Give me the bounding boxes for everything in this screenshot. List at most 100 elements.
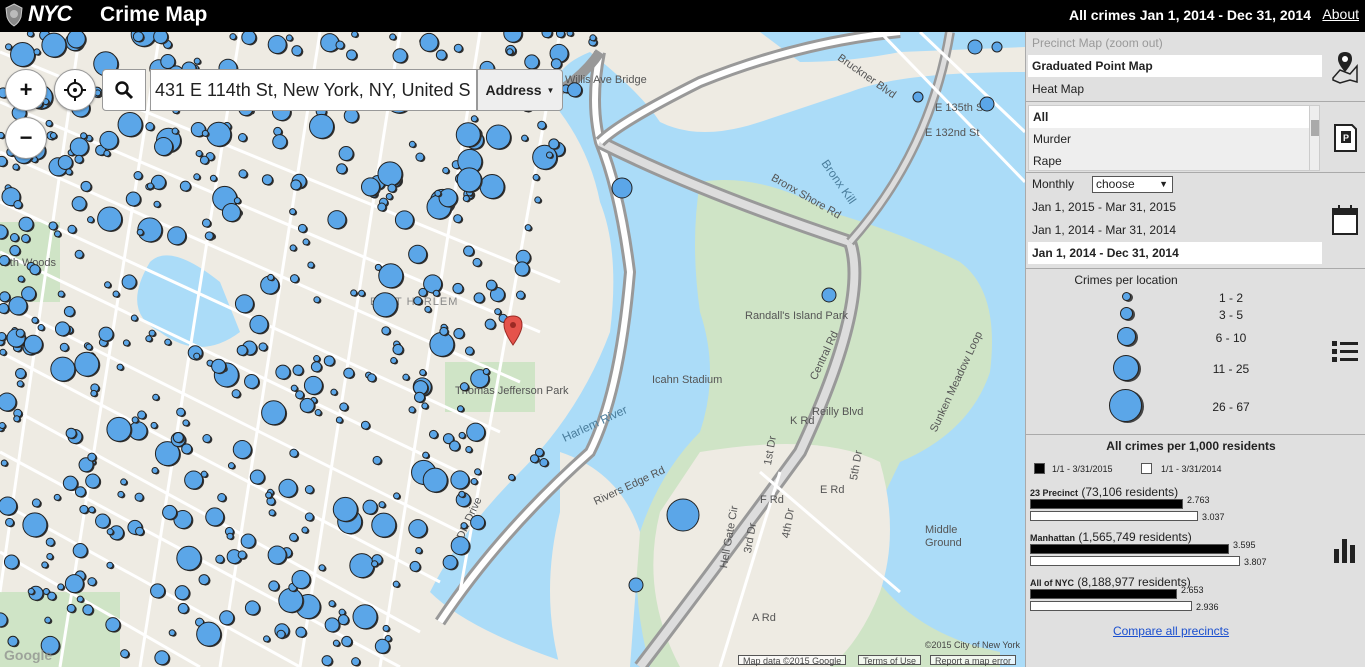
crime-marker[interactable] xyxy=(453,43,463,53)
crime-marker[interactable] xyxy=(419,368,427,376)
crime-marker[interactable] xyxy=(59,342,69,352)
crime-marker[interactable] xyxy=(432,289,440,297)
crime-marker[interactable] xyxy=(318,564,326,572)
crime-marker[interactable] xyxy=(291,45,303,57)
crime-marker[interactable] xyxy=(372,455,382,465)
crime-marker[interactable] xyxy=(372,292,398,318)
crime-marker[interactable] xyxy=(177,602,189,614)
crime-option-rape[interactable]: Rape xyxy=(1029,150,1319,170)
crime-marker[interactable] xyxy=(0,155,8,167)
crime-marker[interactable] xyxy=(539,457,549,467)
crime-marker[interactable] xyxy=(524,54,540,70)
crime-marker[interactable] xyxy=(181,443,193,455)
crime-marker[interactable] xyxy=(227,462,235,470)
crime-marker[interactable] xyxy=(87,216,95,224)
crime-marker[interactable] xyxy=(229,33,237,41)
crime-marker[interactable] xyxy=(79,504,89,514)
map-type-option-graduated[interactable]: Graduated Point Map xyxy=(1028,55,1322,77)
crime-marker[interactable] xyxy=(362,499,378,515)
crime-marker[interactable] xyxy=(292,364,304,376)
crime-marker[interactable] xyxy=(37,324,45,332)
crime-marker[interactable] xyxy=(21,233,31,243)
crime-marker[interactable] xyxy=(135,526,145,536)
crime-marker[interactable] xyxy=(80,132,88,140)
crime-marker[interactable] xyxy=(341,635,353,647)
crime-marker[interactable] xyxy=(26,32,34,38)
crime-marker[interactable] xyxy=(232,440,252,460)
crime-marker[interactable] xyxy=(33,48,41,56)
crime-marker[interactable] xyxy=(514,261,530,277)
crime-marker[interactable] xyxy=(240,533,256,549)
crime-marker[interactable] xyxy=(628,577,644,593)
crime-marker[interactable] xyxy=(470,477,478,485)
crime-marker[interactable] xyxy=(164,338,172,346)
crime-marker[interactable] xyxy=(350,289,358,297)
crime-marker[interactable] xyxy=(215,554,225,564)
crime-marker[interactable] xyxy=(62,475,78,491)
crime-marker[interactable] xyxy=(351,657,361,667)
crime-marker[interactable] xyxy=(16,380,24,388)
crime-marker[interactable] xyxy=(267,545,287,565)
crime-marker[interactable] xyxy=(50,356,76,382)
crime-marker[interactable] xyxy=(18,216,34,232)
crime-marker[interactable] xyxy=(313,296,321,304)
crime-marker[interactable] xyxy=(307,261,315,269)
crime-marker[interactable] xyxy=(54,321,70,337)
crime-marker[interactable] xyxy=(57,154,73,170)
crime-marker[interactable] xyxy=(249,314,269,334)
crime-marker[interactable] xyxy=(494,308,502,316)
crime-marker[interactable] xyxy=(17,275,25,283)
crime-marker[interactable] xyxy=(0,291,11,303)
map-type-option-precinct[interactable]: Precinct Map (zoom out) xyxy=(1028,32,1322,54)
crime-marker[interactable] xyxy=(125,191,141,207)
crime-marker[interactable] xyxy=(221,202,241,222)
crime-marker[interactable] xyxy=(162,504,178,520)
crime-marker[interactable] xyxy=(352,604,378,630)
crime-marker[interactable] xyxy=(666,498,700,532)
crime-marker[interactable] xyxy=(241,32,257,45)
crime-marker[interactable] xyxy=(289,208,297,216)
crime-marker[interactable] xyxy=(409,560,421,572)
crime-marker[interactable] xyxy=(145,122,155,132)
crime-marker[interactable] xyxy=(31,498,41,508)
crime-marker[interactable] xyxy=(45,537,55,547)
zoom-in-button[interactable]: + xyxy=(5,69,47,111)
crime-marker[interactable] xyxy=(122,339,130,347)
crime-marker[interactable] xyxy=(47,591,57,601)
crime-marker[interactable] xyxy=(313,355,321,363)
crime-marker[interactable] xyxy=(199,155,209,165)
crime-marker[interactable] xyxy=(95,513,111,529)
search-button[interactable] xyxy=(102,69,146,111)
crime-marker[interactable] xyxy=(198,574,210,586)
map-type-option-heat[interactable]: Heat Map xyxy=(1028,78,1322,100)
crime-marker[interactable] xyxy=(463,245,475,257)
crime-marker[interactable] xyxy=(45,119,53,127)
crime-marker[interactable] xyxy=(27,587,35,595)
crime-marker[interactable] xyxy=(466,422,486,442)
crime-marker[interactable] xyxy=(462,194,470,202)
crime-marker[interactable] xyxy=(291,569,311,589)
crime-marker[interactable] xyxy=(172,431,184,443)
crime-marker[interactable] xyxy=(330,388,338,396)
crime-marker[interactable] xyxy=(226,532,234,540)
crime-marker[interactable] xyxy=(90,389,98,397)
crime-marker[interactable] xyxy=(202,434,212,444)
crime-marker[interactable] xyxy=(415,547,423,555)
crime-marker[interactable] xyxy=(321,655,333,667)
crime-marker[interactable] xyxy=(529,454,539,464)
crime-marker[interactable] xyxy=(137,410,147,420)
crime-marker[interactable] xyxy=(302,238,310,246)
crime-marker[interactable] xyxy=(209,174,217,182)
crime-marker[interactable] xyxy=(458,490,466,498)
crime-marker[interactable] xyxy=(0,459,8,467)
crime-marker[interactable] xyxy=(12,163,20,171)
crime-marker[interactable] xyxy=(71,196,87,212)
crime-marker[interactable] xyxy=(459,382,469,392)
crime-marker[interactable] xyxy=(435,49,447,61)
crime-marker[interactable] xyxy=(103,149,111,157)
crime-marker[interactable] xyxy=(244,373,260,389)
crime-marker[interactable] xyxy=(267,273,275,281)
crime-marker[interactable] xyxy=(371,560,379,568)
crime-marker[interactable] xyxy=(289,244,297,252)
crime-marker[interactable] xyxy=(85,343,93,351)
